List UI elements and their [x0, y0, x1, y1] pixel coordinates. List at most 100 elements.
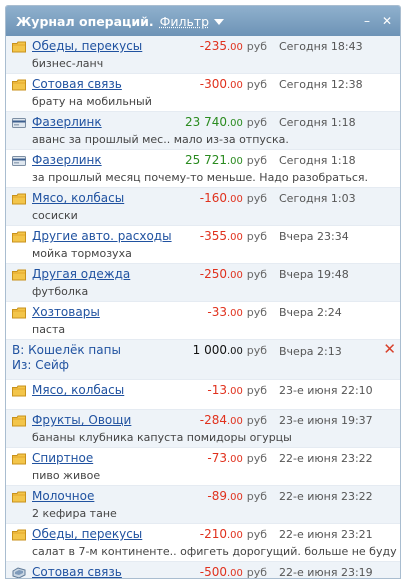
transaction-row: Другие авто. расходы мойка тормозуха -355.… — [6, 226, 400, 264]
transaction-date: Вчера 23:34 — [279, 230, 349, 243]
currency-label: руб — [246, 414, 267, 427]
amount-cents: .00 — [226, 270, 243, 281]
amount-cents: .00 — [226, 308, 243, 319]
amount-integer: -160 — [199, 191, 227, 205]
transaction-date: 22-е июня 23:22 — [279, 452, 373, 465]
transaction-note: 2 кефира тане — [32, 507, 117, 520]
amount-cents: .00 — [226, 454, 243, 465]
amount-cents: .00 — [226, 42, 243, 53]
category-link[interactable]: Обеды, перекусы — [32, 39, 142, 53]
transaction-amount: -284.00 руб — [200, 413, 267, 427]
delete-icon[interactable]: ✕ — [383, 342, 396, 357]
category-link[interactable]: Обеды, перекусы — [32, 527, 142, 541]
category-link[interactable]: Фазерлинк — [32, 153, 102, 167]
transaction-list: Обеды, перекусы бизнес-ланч -235.00 руб Сег… — [6, 36, 400, 579]
amount-integer: -355 — [199, 229, 227, 243]
transaction-note: футболка — [32, 285, 89, 298]
currency-label: руб — [246, 566, 267, 579]
transaction-amount: 1 000.00 руб — [193, 343, 267, 359]
transaction-note: мойка тормозуха — [32, 247, 132, 260]
transaction-row: Обеды, перекусы бизнес-ланч -235.00 руб Сег… — [6, 36, 400, 74]
transaction-row: Другая одежда футболка -250.00 руб Вчера 19… — [6, 264, 400, 302]
transaction-date: 23-е июня 22:10 — [279, 384, 373, 397]
chevron-down-icon[interactable] — [214, 19, 225, 25]
transaction-date: Сегодня 1:03 — [279, 192, 356, 205]
amount-cents: .00 — [226, 194, 243, 205]
category-link[interactable]: Фрукты, Овощи — [32, 413, 131, 427]
transaction-row: Фрукты, Овощи бананы клубника капуста пом… — [6, 410, 400, 448]
amount-integer: -13 — [207, 383, 227, 397]
folder-icon — [12, 231, 26, 243]
category-link[interactable]: Спиртное — [32, 451, 93, 465]
transfer-row: В: Кошелёк папы Из: Сейф ✕ 1 000.00 руб Вчер… — [6, 340, 400, 380]
amount-integer: -73 — [207, 451, 227, 465]
category-link[interactable]: Фазерлинк — [32, 115, 102, 129]
transaction-row: Сотовая связь брату на мобильный -300.00 р… — [6, 74, 400, 112]
amount-integer: 25 721 — [184, 153, 227, 167]
category-link[interactable]: Хозтовары — [32, 305, 100, 319]
transaction-row: Обеды, перекусы салат в 7-м континенте.. … — [6, 524, 400, 562]
category-link[interactable]: Сотовая связь — [32, 77, 122, 91]
phone-icon — [12, 567, 26, 578]
close-button[interactable]: ✕ — [382, 15, 392, 27]
amount-cents: .00 — [226, 568, 243, 579]
category-link[interactable]: Другие авто. расходы — [32, 229, 172, 243]
transaction-note: брату на мобильный — [32, 95, 152, 108]
transaction-amount: 25 721.00 руб — [185, 153, 267, 167]
category-link[interactable]: Молочное — [32, 489, 94, 503]
transaction-amount: -300.00 руб — [200, 77, 267, 91]
transaction-note: аванс за прошлый мес.. мало из-за отпуск… — [32, 133, 289, 146]
category-link[interactable]: Другая одежда — [32, 267, 130, 281]
amount-integer: -210 — [199, 527, 227, 541]
folder-icon — [12, 529, 26, 541]
transaction-note: за прошлый месяц почему-то меньше. Надо … — [32, 171, 369, 184]
transaction-date: Вчера 2:13 — [279, 345, 342, 358]
transaction-date: 23-е июня 19:37 — [279, 414, 373, 427]
amount-integer: -300 — [199, 77, 227, 91]
currency-label: руб — [246, 490, 267, 503]
category-link[interactable]: Мясо, колбасы — [32, 383, 124, 397]
currency-label: руб — [246, 116, 267, 129]
transaction-amount: -235.00 руб — [200, 39, 267, 53]
amount-cents: .00 — [226, 386, 243, 397]
folder-icon — [12, 415, 26, 427]
minimize-button[interactable]: – — [364, 15, 370, 27]
transaction-date: 22-е июня 23:19 — [279, 566, 373, 579]
card-icon — [12, 155, 26, 167]
transaction-amount: -33.00 руб — [207, 305, 267, 319]
transaction-amount: -250.00 руб — [200, 267, 267, 281]
amount-cents: .00 — [226, 232, 243, 243]
amount-cents: .00 — [226, 346, 243, 357]
operations-journal-panel: Журнал операций. Фильтр – ✕ Обеды, перек… — [5, 5, 401, 579]
transaction-row: Мясо, колбасы сосиски -160.00 руб Сегодня 1… — [6, 188, 400, 226]
transaction-row: Хозтовары паста -33.00 руб Вчера 2:24 — [6, 302, 400, 340]
currency-label: руб — [246, 78, 267, 91]
transaction-note: сосиски — [32, 209, 78, 222]
transaction-amount: 23 740.00 руб — [185, 115, 267, 129]
transaction-row: Мясо, колбасы -13.00 руб 23-е июня 22:10 — [6, 380, 400, 410]
transfer-from-label[interactable]: Из: Сейф — [12, 358, 400, 373]
folder-icon — [12, 41, 26, 53]
currency-label: руб — [246, 452, 267, 465]
amount-integer: -250 — [199, 267, 227, 281]
transaction-row: Спиртное пиво живое -73.00 руб 22-е июня 23… — [6, 448, 400, 486]
filter-dropdown[interactable]: Фильтр — [160, 14, 209, 29]
amount-cents: .00 — [226, 156, 243, 167]
currency-label: руб — [246, 40, 267, 53]
amount-integer: -89 — [207, 489, 227, 503]
panel-header: Журнал операций. Фильтр – ✕ — [6, 6, 400, 36]
transaction-row: Фазерлинк аванс за прошлый мес.. мало из-… — [6, 112, 400, 150]
transaction-date: Вчера 2:24 — [279, 306, 342, 319]
transaction-amount: -160.00 руб — [200, 191, 267, 205]
folder-icon — [12, 193, 26, 205]
category-link[interactable]: Мясо, колбасы — [32, 191, 124, 205]
transaction-note: бананы клубника капуста помидоры огурцы — [32, 431, 292, 444]
transaction-date: 22-е июня 23:22 — [279, 490, 373, 503]
transaction-date: Сегодня 1:18 — [279, 116, 356, 129]
amount-cents: .00 — [226, 118, 243, 129]
currency-label: руб — [246, 268, 267, 281]
transaction-note: паста — [32, 323, 66, 336]
folder-icon — [12, 269, 26, 281]
transaction-row: Фазерлинк за прошлый месяц почему-то мень… — [6, 150, 400, 188]
transaction-amount: -73.00 руб — [207, 451, 267, 465]
